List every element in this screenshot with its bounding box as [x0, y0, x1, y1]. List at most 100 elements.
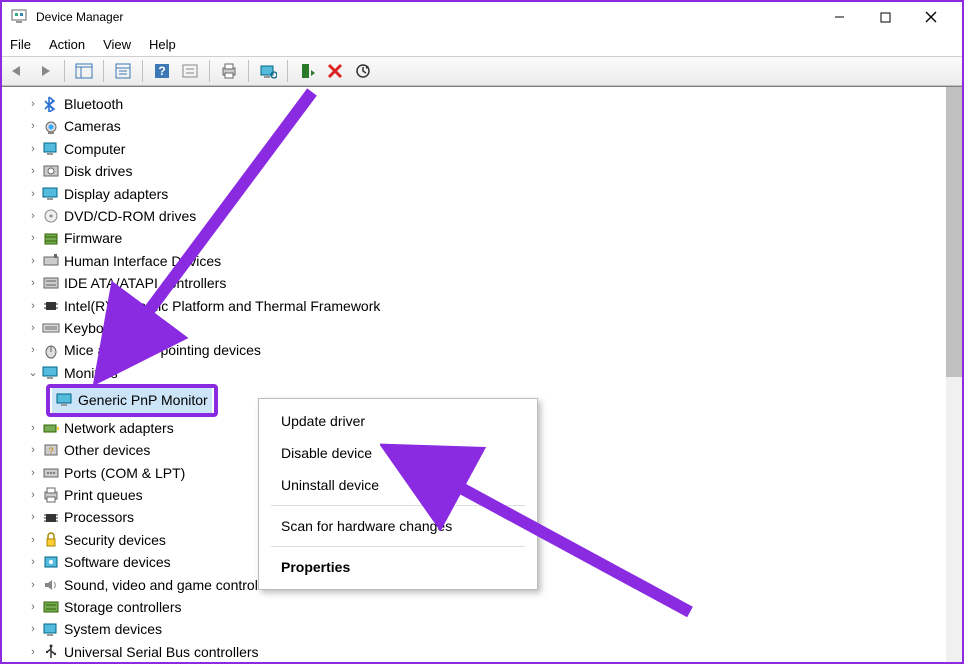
disk-icon: [42, 163, 60, 179]
toolbar-separator: [248, 60, 249, 82]
menu-action[interactable]: Action: [49, 37, 85, 52]
expand-icon[interactable]: ›: [26, 618, 40, 640]
expand-icon[interactable]: ›: [26, 462, 40, 484]
expand-icon[interactable]: ›: [26, 574, 40, 596]
ctx-disable-device[interactable]: Disable device: [259, 437, 537, 469]
toolbar-icon[interactable]: [179, 60, 201, 82]
title-bar: Device Manager: [2, 2, 962, 32]
help-button[interactable]: ?: [151, 60, 173, 82]
tree-item[interactable]: ›Firmware: [26, 227, 956, 249]
menu-bar: File Action View Help: [2, 32, 962, 56]
ide-icon: [42, 275, 60, 291]
forward-button[interactable]: [34, 60, 56, 82]
tree-item-label: Bluetooth: [64, 93, 123, 115]
collapse-icon[interactable]: ⌄: [26, 362, 40, 384]
app-icon: [10, 8, 28, 26]
expand-icon[interactable]: ›: [26, 160, 40, 182]
tree-item-label: Disk drives: [64, 160, 132, 182]
expand-icon[interactable]: ›: [26, 205, 40, 227]
ctx-scan-hardware[interactable]: Scan for hardware changes: [259, 510, 537, 542]
sound-icon: [42, 577, 60, 593]
tree-item[interactable]: ›Display adapters: [26, 183, 956, 205]
tree-item-label: Other devices: [64, 439, 150, 461]
tree-item-label: System devices: [64, 618, 162, 640]
scroll-thumb[interactable]: [946, 87, 962, 377]
back-button[interactable]: [6, 60, 28, 82]
expand-icon[interactable]: ›: [26, 272, 40, 294]
tree-item[interactable]: ›Mice and other pointing devices: [26, 339, 956, 361]
firmware-icon: [42, 231, 60, 247]
tree-item[interactable]: ›Human Interface Devices: [26, 250, 956, 272]
chip-icon: [42, 298, 60, 314]
tree-item-label: Intel(R) Dynamic Platform and Thermal Fr…: [64, 295, 380, 317]
expand-icon[interactable]: ›: [26, 641, 40, 662]
window-title: Device Manager: [36, 10, 123, 24]
expand-icon[interactable]: ›: [26, 93, 40, 115]
maximize-button[interactable]: [862, 2, 908, 32]
expand-icon[interactable]: ›: [26, 250, 40, 272]
camera-icon: [42, 119, 60, 135]
expand-icon[interactable]: ›: [26, 295, 40, 317]
menu-view[interactable]: View: [103, 37, 131, 52]
disable-button[interactable]: [324, 60, 346, 82]
tree-item-label: Universal Serial Bus controllers: [64, 641, 259, 662]
expand-icon[interactable]: ›: [26, 551, 40, 573]
update-driver-button[interactable]: [352, 60, 374, 82]
ctx-properties[interactable]: Properties: [259, 551, 537, 583]
tree-item-label: Security devices: [64, 529, 166, 551]
minimize-button[interactable]: [816, 2, 862, 32]
tree-item[interactable]: ›Cameras: [26, 115, 956, 137]
expand-icon[interactable]: ›: [26, 484, 40, 506]
security-icon: [42, 532, 60, 548]
ctx-separator: [271, 505, 525, 506]
tree-item-label: Keyboards: [64, 317, 131, 339]
expand-icon[interactable]: ›: [26, 417, 40, 439]
tree-item[interactable]: › DVD/CD-ROM drives: [26, 205, 956, 227]
tree-item-label: Computer: [64, 138, 125, 160]
ctx-update-driver[interactable]: Update driver: [259, 405, 537, 437]
vertical-scrollbar[interactable]: [946, 87, 962, 662]
computer-icon: [42, 141, 60, 157]
tree-item-label: DVD/CD-ROM drives: [64, 205, 196, 227]
toolbar-separator: [209, 60, 210, 82]
tree-item[interactable]: › Keyboards: [26, 317, 956, 339]
print-button[interactable]: [218, 60, 240, 82]
tree-item[interactable]: › System devices: [26, 618, 956, 640]
expand-icon[interactable]: ›: [26, 596, 40, 618]
expand-icon[interactable]: ›: [26, 183, 40, 205]
tree-item[interactable]: › Universal Serial Bus controllers: [26, 641, 956, 662]
tree-item[interactable]: › Disk drives: [26, 160, 956, 182]
tree-item-monitors[interactable]: ⌄ Monitors: [26, 362, 956, 384]
menu-help[interactable]: Help: [149, 37, 176, 52]
ports-icon: [42, 465, 60, 481]
svg-text:?: ?: [48, 446, 53, 456]
expand-icon[interactable]: ›: [26, 317, 40, 339]
system-icon: [42, 622, 60, 638]
tree-item[interactable]: › Intel(R) Dynamic Platform and Thermal F…: [26, 295, 956, 317]
tree-item[interactable]: › Computer: [26, 138, 956, 160]
ctx-uninstall-device[interactable]: Uninstall device: [259, 469, 537, 501]
expand-icon[interactable]: ›: [26, 439, 40, 461]
expand-icon[interactable]: ›: [26, 529, 40, 551]
tree-item[interactable]: ›IDE ATA/ATAPI controllers: [26, 272, 956, 294]
tree-item[interactable]: › Bluetooth: [26, 93, 956, 115]
expand-icon[interactable]: ›: [26, 115, 40, 137]
expand-icon[interactable]: ›: [26, 138, 40, 160]
tree-item-label: Storage controllers: [64, 596, 182, 618]
close-button[interactable]: [908, 2, 954, 32]
toolbar: ?: [2, 56, 962, 86]
menu-file[interactable]: File: [10, 37, 31, 52]
tree-item[interactable]: › Storage controllers: [26, 596, 956, 618]
scan-hardware-button[interactable]: [257, 60, 279, 82]
keyboard-icon: [42, 320, 60, 336]
expand-icon[interactable]: ›: [26, 227, 40, 249]
enable-button[interactable]: [296, 60, 318, 82]
expand-icon[interactable]: ›: [26, 339, 40, 361]
tree-item-label: Ports (COM & LPT): [64, 462, 185, 484]
show-hide-tree-button[interactable]: [73, 60, 95, 82]
tree-item-label: Generic PnP Monitor: [78, 389, 208, 411]
properties-button[interactable]: [112, 60, 134, 82]
svg-text:?: ?: [158, 64, 165, 78]
expand-icon[interactable]: ›: [26, 506, 40, 528]
mouse-icon: [42, 343, 60, 359]
